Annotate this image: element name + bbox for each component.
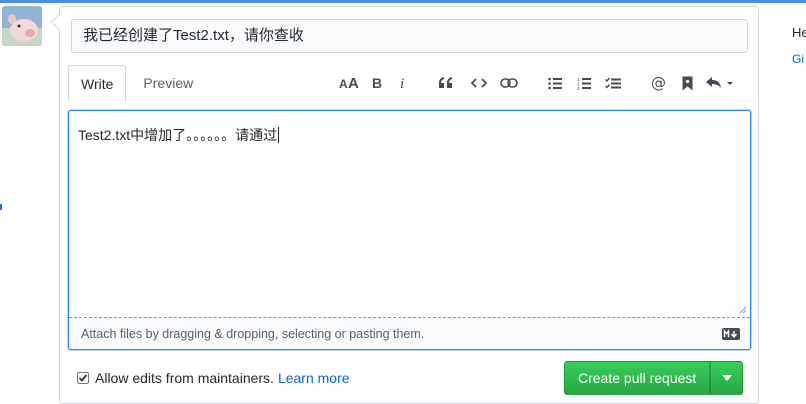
mention-icon[interactable]: @ xyxy=(650,71,668,95)
tab-preview[interactable]: Preview xyxy=(126,65,210,101)
create-options-dropdown[interactable] xyxy=(710,361,744,395)
attach-hint: Attach files by dragging & dropping, sel… xyxy=(81,327,425,341)
svg-text:i: i xyxy=(400,76,404,90)
numbered-list-icon[interactable]: 123 xyxy=(576,71,592,95)
sidebar-heading-fragment: He xyxy=(792,25,806,40)
comment-body-text: Test2.txt中增加了。。。。。。请通过 xyxy=(78,127,280,143)
chevron-down-icon xyxy=(721,375,732,381)
reply-icon[interactable] xyxy=(703,71,737,95)
quote-icon[interactable] xyxy=(437,71,455,95)
svg-text:B: B xyxy=(372,76,382,90)
title-input[interactable]: 我已经创建了Test2.txt，请你查收 xyxy=(71,19,748,53)
pull-request-form: 我已经创建了Test2.txt，请你查收 Write Preview AA B … xyxy=(59,6,759,404)
link-icon[interactable] xyxy=(500,71,518,95)
editor-tabs: Write Preview xyxy=(68,65,210,101)
saved-reply-icon[interactable] xyxy=(680,71,694,95)
italic-icon[interactable]: i xyxy=(396,71,410,95)
svg-text:A: A xyxy=(348,76,359,90)
tab-write[interactable]: Write xyxy=(68,65,127,101)
bold-icon[interactable]: B xyxy=(369,71,385,95)
learn-more-link[interactable]: Learn more xyxy=(278,370,350,386)
markdown-icon[interactable] xyxy=(722,328,740,340)
svg-text:A: A xyxy=(339,77,348,90)
file-attach-area[interactable]: Attach files by dragging & dropping, sel… xyxy=(69,317,750,349)
header-icon[interactable]: AA xyxy=(338,71,360,95)
create-pr-button-group: Create pull request xyxy=(564,361,744,395)
text-caret xyxy=(278,127,280,143)
avatar[interactable] xyxy=(2,6,42,46)
svg-text:@: @ xyxy=(651,75,666,91)
task-list-icon[interactable] xyxy=(604,71,622,95)
top-accent-line xyxy=(0,0,806,3)
sidebar-link-fragment[interactable]: Gi xyxy=(792,52,804,66)
allow-edits-label[interactable]: Allow edits from maintainers. xyxy=(95,370,274,386)
allow-edits-row: Allow edits from maintainers. Learn more xyxy=(77,370,350,386)
comment-body-textarea[interactable]: Test2.txt中增加了。。。。。。请通过 Attach files by d… xyxy=(68,110,751,350)
resize-handle-icon[interactable] xyxy=(739,306,747,314)
left-edge-marker xyxy=(0,204,2,210)
code-icon[interactable] xyxy=(470,71,488,95)
svg-text:3: 3 xyxy=(577,86,580,90)
bulleted-list-icon[interactable] xyxy=(547,71,563,95)
create-pull-request-button[interactable]: Create pull request xyxy=(564,361,711,395)
allow-edits-checkbox[interactable] xyxy=(77,372,89,384)
